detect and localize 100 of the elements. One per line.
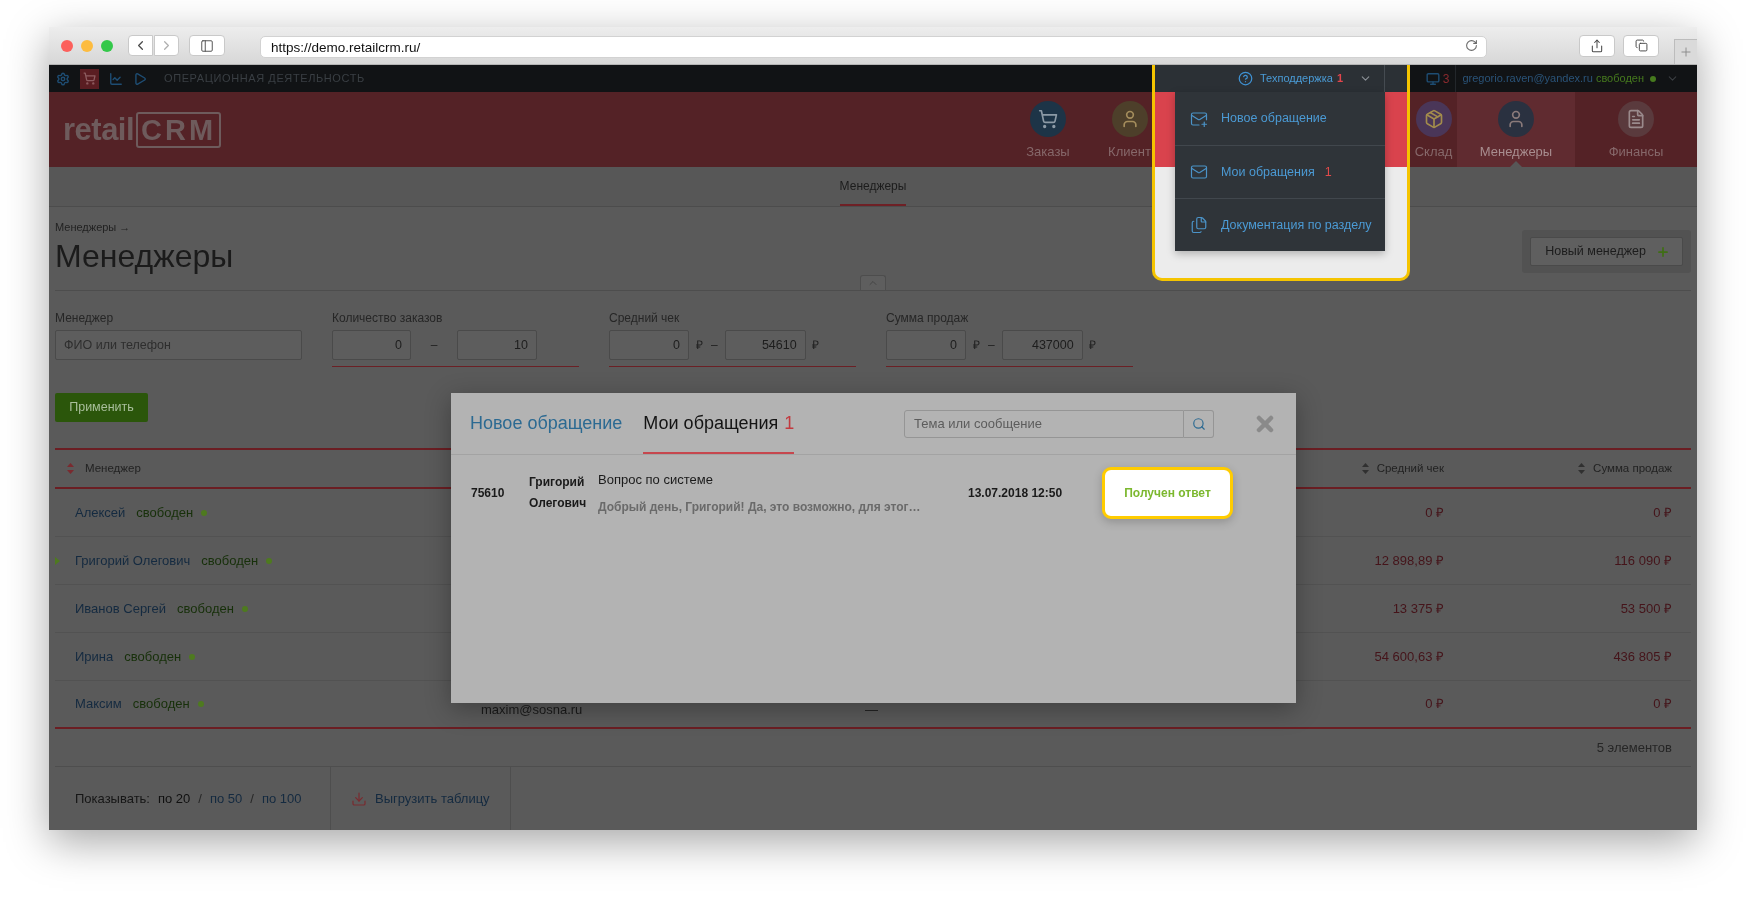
table-cell-text: 0 ₽ (1653, 503, 1672, 522)
apply-button[interactable]: Применить (55, 393, 148, 422)
overlapping-squares-icon (1634, 39, 1648, 52)
plus-icon (1679, 45, 1693, 59)
range-dash: – (711, 337, 718, 354)
menu-item[interactable]: Мои обращения 1 (1175, 145, 1385, 198)
manager-link[interactable]: Григорий Олегович (75, 550, 191, 571)
nav-item[interactable]: Склад (1410, 92, 1457, 167)
breadcrumb-link[interactable]: Менеджеры → (55, 220, 131, 234)
table-cell-text: 0 ₽ (1653, 695, 1672, 714)
input-field[interactable]: 437000 (1001, 330, 1083, 360)
call-count: 3 (1442, 70, 1450, 88)
table-cell-text: maxim@sosna.ru (481, 701, 583, 720)
help-icon (1237, 71, 1253, 86)
page-size-option[interactable]: по 50 (209, 788, 243, 809)
status-label: свободен (201, 551, 259, 570)
input-field[interactable]: 0 (886, 330, 966, 360)
new-manager-button[interactable]: Новый менеджер (1530, 237, 1683, 266)
menu-item[interactable]: Документация по разделу (1175, 198, 1385, 251)
table-cell-text: 436 805 ₽ (1613, 647, 1672, 666)
new-tab-button[interactable] (1674, 39, 1697, 64)
currency-sign: ₽ (1088, 337, 1096, 354)
documents-icon (1190, 216, 1208, 234)
pagination-separator: / (250, 789, 254, 808)
status-label: свободен (177, 599, 234, 618)
range-dash: – (429, 337, 439, 354)
currency-sign: ₽ (973, 337, 980, 354)
sort-icon (1361, 463, 1369, 474)
status-label: свободен (124, 647, 182, 666)
user-email[interactable]: gregorio.raven@yandex.ru (1462, 70, 1593, 87)
menu-item[interactable]: Новое обращение (1175, 92, 1385, 145)
input-field[interactable]: 54610 (724, 330, 806, 360)
ticket-subject[interactable]: Вопрос по системе (598, 470, 713, 490)
search-button[interactable] (1184, 409, 1214, 438)
page-size-option[interactable]: по 20 (158, 788, 191, 809)
status-badge: Получен ответ (1102, 467, 1233, 519)
range-dash: – (988, 337, 995, 354)
user-status: свободен (1595, 71, 1644, 87)
ticket-id: 75610 (471, 485, 506, 502)
input-field[interactable]: 10 (457, 330, 537, 360)
mail-icon (1190, 163, 1208, 181)
manager-link[interactable]: Ирина (75, 646, 114, 667)
search-icon (1191, 416, 1206, 431)
column-header[interactable]: Сумма продаж (1578, 459, 1672, 478)
ticket-preview: Добрый день, Григорий! Да, это возможно, для этог… (598, 498, 921, 516)
window-minimize-icon[interactable] (81, 39, 93, 52)
table-cell-text: 13 375 ₽ (1392, 599, 1444, 618)
forward-button[interactable] (154, 35, 179, 56)
nav-item[interactable]: Клиент (1107, 92, 1152, 167)
person-icon (1498, 101, 1534, 137)
window-zoom-icon[interactable] (101, 39, 113, 52)
reload-icon[interactable] (1465, 38, 1478, 52)
column-header[interactable]: Менеджер (67, 459, 141, 478)
cart-icon[interactable] (80, 68, 99, 89)
page-size-option[interactable]: по 100 (261, 788, 302, 809)
plus-icon (1656, 244, 1670, 259)
currency-sign: ₽ (696, 337, 703, 354)
sort-icon (1578, 463, 1586, 474)
nav-item[interactable]: Менеджеры (1457, 92, 1575, 167)
sidebar-button[interactable] (189, 35, 225, 56)
pagination-separator: / (198, 789, 202, 808)
manager-link[interactable]: Иванов Сергей (75, 598, 167, 619)
table-cell-text: 12 898,89 ₽ (1374, 551, 1444, 570)
share-button[interactable] (1579, 34, 1615, 57)
input-field[interactable]: 0 (609, 330, 689, 360)
document-icon (1618, 101, 1654, 137)
back-button[interactable] (128, 35, 153, 56)
download-icon (351, 790, 367, 807)
dialog-tab[interactable]: Мои обращения 1 (643, 393, 795, 454)
sidebar-icon (200, 38, 214, 53)
page-title: Менеджеры (55, 238, 234, 274)
table-cell-text: — (865, 701, 878, 720)
ticket-author: Григорий Олегович (529, 474, 588, 512)
nav-item[interactable]: Финансы (1575, 92, 1697, 167)
manager-link[interactable]: Алексей (75, 502, 126, 523)
line-chart-icon[interactable] (109, 71, 123, 86)
currency-sign: ₽ (811, 337, 819, 354)
ticket-date: 13.07.2018 12:50 (968, 485, 1064, 502)
logo: retail CRM (63, 111, 222, 148)
mail-plus-icon (1190, 109, 1208, 128)
table-cell-text: 0 ₽ (1425, 695, 1444, 714)
play-icon[interactable] (133, 71, 147, 86)
status-label: свободен (136, 503, 194, 522)
page-size-label: Показывать: (75, 789, 150, 808)
manager-link[interactable]: Максим (75, 694, 122, 714)
dialog-tab[interactable]: Новое обращение (470, 393, 623, 454)
share-icon (1590, 38, 1604, 53)
export-button[interactable]: Выгрузить таблицу (331, 767, 511, 830)
tabs-button[interactable] (1623, 34, 1659, 57)
nav-item[interactable]: Заказы (989, 92, 1107, 167)
gear-icon[interactable] (56, 71, 70, 86)
person-icon (1111, 101, 1148, 137)
window-close-icon[interactable] (61, 39, 73, 52)
monitor-icon[interactable] (1425, 71, 1440, 86)
address-field[interactable]: https://demo.retailcrm.ru/ (260, 36, 1487, 58)
input-field[interactable]: 0 (332, 330, 411, 360)
table-cell-text: 53 500 ₽ (1620, 599, 1672, 618)
sort-icon (67, 463, 74, 474)
box-icon (1415, 101, 1452, 137)
search-field[interactable]: Тема или сообщение (904, 409, 1184, 438)
